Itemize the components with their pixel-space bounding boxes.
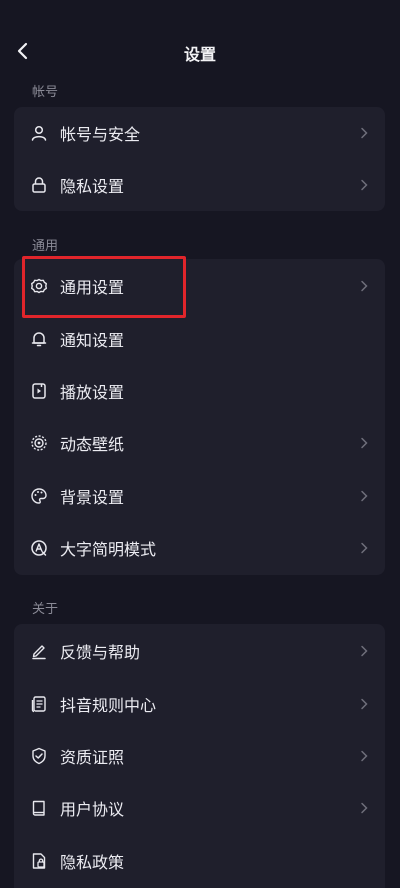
row-label: 反馈与帮助	[60, 643, 141, 662]
header-bar: 设置	[0, 0, 400, 104]
row-dynamic-wallpaper[interactable]: 动态壁纸	[14, 417, 385, 469]
row-general-settings[interactable]: 通用设置	[14, 260, 385, 312]
chevron-right-icon	[359, 801, 369, 815]
large-text-icon	[30, 539, 48, 557]
section-label-account: 帐号	[32, 85, 59, 100]
row-privacy-policy[interactable]: 隐私政策	[14, 835, 385, 887]
privacy-document-icon	[30, 852, 48, 870]
lock-icon	[30, 176, 48, 194]
row-user-agreement[interactable]: 用户协议	[14, 782, 385, 834]
section-label-general: 通用	[32, 239, 59, 254]
row-label: 背景设置	[60, 488, 125, 507]
user-icon	[30, 124, 48, 142]
account-card: 帐号与安全 隐私设置	[14, 107, 385, 211]
chevron-right-icon	[359, 436, 369, 450]
row-label: 帐号与安全	[60, 125, 141, 144]
chevron-right-icon	[359, 749, 369, 763]
page-title: 设置	[183, 45, 216, 64]
row-background-settings[interactable]: 背景设置	[14, 470, 385, 522]
row-label: 动态壁纸	[60, 435, 125, 454]
row-label: 大字简明模式	[60, 540, 157, 559]
palette-icon	[30, 487, 48, 505]
shield-check-icon	[30, 747, 48, 765]
rules-document-icon	[30, 695, 48, 713]
row-label: 用户协议	[60, 800, 125, 819]
pen-icon	[30, 642, 48, 660]
row-label: 隐私政策	[60, 853, 125, 872]
row-qualification-license[interactable]: 资质证照	[14, 730, 385, 782]
settings-page: 设置 帐号 帐号与安全 隐私设置 通用 通用设置 通知设置 播放设置 动态壁纸 …	[0, 0, 400, 888]
row-label: 通知设置	[60, 331, 125, 350]
row-notification-settings[interactable]: 通知设置	[14, 313, 385, 365]
row-label: 资质证照	[60, 748, 125, 767]
general-card: 通用设置 通知设置 播放设置 动态壁纸 背景设置 大字简明模式	[14, 259, 385, 575]
row-label: 抖音规则中心	[60, 696, 157, 715]
gear-icon	[30, 277, 48, 295]
chevron-right-icon	[359, 697, 369, 711]
chevron-right-icon	[359, 178, 369, 192]
book-icon	[30, 799, 48, 817]
row-label: 通用设置	[60, 278, 125, 297]
chevron-right-icon	[359, 541, 369, 555]
chevron-right-icon	[359, 126, 369, 140]
row-account-security[interactable]: 帐号与安全	[14, 107, 385, 159]
bell-icon	[30, 330, 48, 348]
row-playback-settings[interactable]: 播放设置	[14, 365, 385, 417]
row-privacy-settings[interactable]: 隐私设置	[14, 159, 385, 211]
section-label-about: 关于	[32, 602, 59, 617]
row-large-text-mode[interactable]: 大字简明模式	[14, 522, 385, 574]
play-device-icon	[30, 382, 48, 400]
row-feedback-help[interactable]: 反馈与帮助	[14, 625, 385, 677]
dynamic-wallpaper-icon	[30, 434, 48, 452]
chevron-right-icon	[359, 279, 369, 293]
chevron-right-icon	[359, 489, 369, 503]
row-rules-center[interactable]: 抖音规则中心	[14, 678, 385, 730]
about-card: 反馈与帮助 抖音规则中心 资质证照 用户协议 隐私政策	[14, 624, 385, 888]
row-label: 隐私设置	[60, 177, 125, 196]
chevron-right-icon	[359, 644, 369, 658]
row-label: 播放设置	[60, 383, 125, 402]
